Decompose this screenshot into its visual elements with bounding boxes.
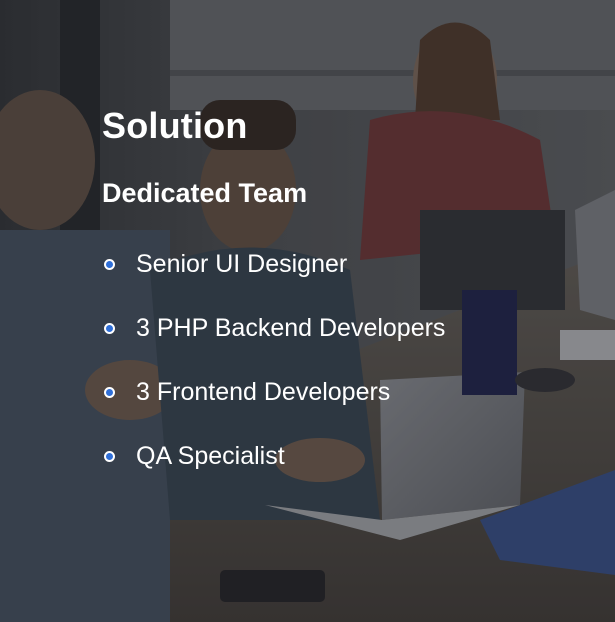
bullet-dot-icon bbox=[104, 322, 115, 334]
list-item-label: QA Specialist bbox=[136, 442, 285, 470]
section-title: Solution bbox=[102, 105, 248, 146]
bullet-dot-icon bbox=[104, 450, 115, 462]
list-item-label: 3 Frontend Developers bbox=[136, 378, 391, 406]
list-item: Senior UI Designer bbox=[102, 232, 445, 296]
solution-content: Solution Dedicated Team Senior UI Design… bbox=[102, 106, 445, 488]
list-item: 3 Frontend Developers bbox=[102, 360, 445, 424]
section-subtitle: Dedicated Team bbox=[102, 178, 308, 208]
bullet-dot-icon bbox=[104, 258, 115, 270]
list-item-label: Senior UI Designer bbox=[136, 250, 348, 278]
team-list: Senior UI Designer 3 PHP Backend Develop… bbox=[102, 232, 445, 488]
list-item: 3 PHP Backend Developers bbox=[102, 296, 445, 360]
solution-card: Solution Dedicated Team Senior UI Design… bbox=[0, 0, 615, 622]
list-item: QA Specialist bbox=[102, 424, 445, 488]
list-item-label: 3 PHP Backend Developers bbox=[136, 314, 446, 342]
bullet-dot-icon bbox=[104, 386, 115, 398]
